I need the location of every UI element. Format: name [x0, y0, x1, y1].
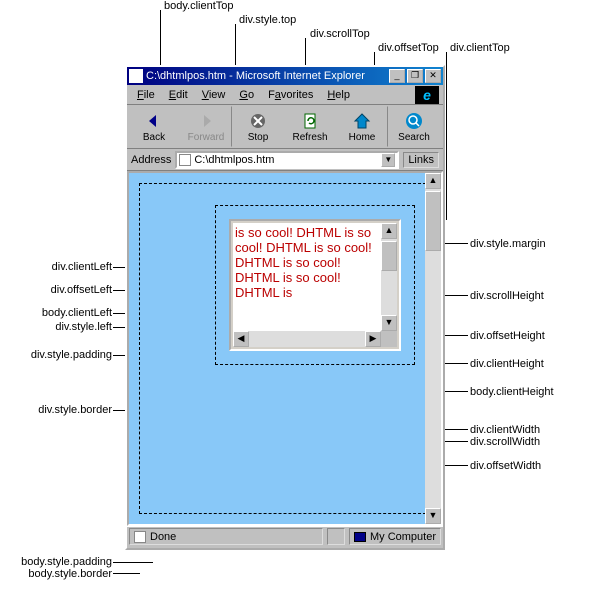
computer-icon [354, 532, 366, 542]
menu-view[interactable]: View [196, 87, 232, 103]
label-div-clientLeft: div.clientLeft [22, 261, 112, 273]
home-button[interactable]: Home [336, 106, 388, 147]
window-title: C:\dhtmlpos.htm - Microsoft Internet Exp… [146, 70, 387, 82]
label-div-scrollTop: div.scrollTop [310, 28, 370, 40]
label-div-style-border: div.style.border [10, 404, 112, 416]
label-body-clientTop: body.clientTop [164, 0, 234, 12]
label-div-style-padding: div.style.padding [10, 349, 112, 361]
address-input[interactable]: C:\dhtmlpos.htm ▼ [175, 151, 399, 169]
page-icon [179, 154, 191, 166]
close-button[interactable]: ✕ [425, 69, 441, 83]
scroll-thumb[interactable] [381, 241, 397, 271]
label-div-offsetWidth: div.offsetWidth [470, 460, 541, 472]
label-div-clientHeight: div.clientHeight [470, 358, 544, 370]
label-body-clientHeight: body.clientHeight [470, 386, 554, 398]
titlebar: C:\dhtmlpos.htm - Microsoft Internet Exp… [127, 67, 443, 85]
example-div: is so cool! DHTML is so cool! DHTML is s… [215, 205, 415, 365]
label-div-style-top: div.style.top [239, 14, 296, 26]
leader [446, 52, 447, 220]
label-div-offsetLeft: div.offsetLeft [22, 284, 112, 296]
scroll-up-icon[interactable]: ▲ [381, 223, 397, 239]
page-icon [134, 531, 146, 543]
back-button[interactable]: Back [128, 106, 180, 147]
ie-logo-icon: e [415, 86, 439, 104]
label-div-offsetHeight: div.offsetHeight [470, 330, 545, 342]
scroll-corner [381, 331, 397, 347]
search-button[interactable]: Search [388, 106, 440, 147]
statusbar: Done My Computer [127, 526, 443, 546]
dropdown-icon[interactable]: ▼ [381, 153, 395, 167]
zone-panel: My Computer [349, 528, 441, 545]
browser-window: C:\dhtmlpos.htm - Microsoft Internet Exp… [125, 65, 445, 550]
home-icon [352, 111, 372, 131]
menu-favorites[interactable]: Favorites [262, 87, 319, 103]
label-body-style-border: body.style.border [0, 568, 112, 580]
back-arrow-icon [144, 111, 164, 131]
links-button[interactable]: Links [403, 152, 439, 168]
div-vertical-scrollbar[interactable]: ▲ ▼ [381, 223, 397, 331]
menubar: File Edit View Go Favorites Help e [127, 85, 443, 105]
address-bar: Address C:\dhtmlpos.htm ▼ Links [127, 149, 443, 171]
address-value: C:\dhtmlpos.htm [194, 154, 274, 166]
forward-arrow-icon [196, 111, 216, 131]
stop-icon [248, 111, 268, 131]
div-padding-box: is so cool! DHTML is so cool! DHTML is s… [229, 219, 401, 351]
scroll-down-icon[interactable]: ▼ [381, 315, 397, 331]
menu-help[interactable]: Help [321, 87, 356, 103]
zone-text: My Computer [370, 531, 436, 543]
label-div-clientWidth: div.clientWidth [470, 424, 540, 436]
stop-button[interactable]: Stop [232, 106, 284, 147]
address-label: Address [131, 154, 171, 166]
div-horizontal-scrollbar[interactable]: ◀ ▶ [233, 331, 381, 347]
diagram-stage: body.clientTop div.style.top div.scrollT… [0, 0, 609, 602]
label-div-style-left: div.style.left [32, 321, 112, 333]
body-vertical-scrollbar[interactable]: ▲ ▼ [425, 173, 441, 524]
menu-go[interactable]: Go [233, 87, 260, 103]
label-div-style-margin: div.style.margin [470, 238, 546, 250]
label-div-clientTop: div.clientTop [450, 42, 510, 54]
leader [113, 562, 153, 563]
forward-button[interactable]: Forward [180, 106, 232, 147]
menu-file[interactable]: File [131, 87, 161, 103]
label-div-scrollWidth: div.scrollWidth [470, 436, 540, 448]
maximize-button[interactable]: ❐ [407, 69, 423, 83]
refresh-button[interactable]: Refresh [284, 106, 336, 147]
div-content: is so cool! DHTML is so cool! DHTML is s… [233, 223, 381, 331]
scroll-up-icon[interactable]: ▲ [425, 173, 441, 189]
status-slot [327, 528, 345, 545]
toolbar: Back Forward Stop Refresh Home Search [127, 105, 443, 149]
label-div-scrollHeight: div.scrollHeight [470, 290, 544, 302]
minimize-button[interactable]: _ [389, 69, 405, 83]
document-client-area: is so cool! DHTML is so cool! DHTML is s… [127, 171, 443, 526]
scroll-right-icon[interactable]: ▶ [365, 331, 381, 347]
page-icon [129, 69, 143, 83]
refresh-icon [300, 111, 320, 131]
scroll-down-icon[interactable]: ▼ [425, 508, 441, 524]
scroll-left-icon[interactable]: ◀ [233, 331, 249, 347]
label-body-clientLeft: body.clientLeft [10, 307, 112, 319]
status-panel: Done [129, 528, 323, 545]
leader [113, 573, 140, 574]
scroll-thumb[interactable] [425, 191, 441, 251]
search-icon [404, 111, 424, 131]
status-text: Done [150, 531, 176, 543]
menu-edit[interactable]: Edit [163, 87, 194, 103]
label-body-style-padding: body.style.padding [0, 556, 112, 568]
label-div-offsetTop: div.offsetTop [378, 42, 439, 54]
